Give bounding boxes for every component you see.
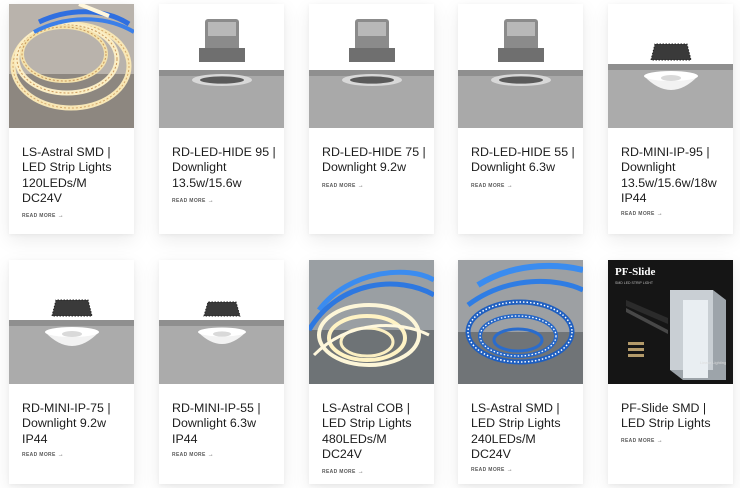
product-image-downlight[interactable] [9,260,134,384]
product-image-downlight[interactable] [608,4,733,128]
product-title[interactable]: RD-MINI-IP-75 | Downlight 9.2w IP44 [22,401,130,447]
product-image-led-strip[interactable] [309,260,434,384]
product-grid: LS-Astral SMD | LED Strip Lights 120LEDs… [0,0,740,488]
product-image-downlight[interactable] [458,4,583,128]
arrow-right-icon: → [506,467,514,473]
product-card[interactable]: RD-LED-HIDE 55 | Downlight 6.3w READ MOR… [458,4,583,234]
arrow-right-icon: → [207,198,215,204]
arrow-right-icon: → [357,183,365,189]
product-image-downlight[interactable] [309,4,434,128]
arrow-right-icon: → [656,438,664,444]
read-more-label: READ MORE [471,467,505,473]
read-more-link[interactable]: READ MORE → [471,467,513,473]
read-more-link[interactable]: READ MORE → [22,452,64,458]
product-card[interactable]: RD-LED-HIDE 95 | Downlight 13.5w/15.6w R… [159,4,284,234]
read-more-label: READ MORE [471,183,505,189]
arrow-right-icon: → [357,469,365,475]
arrow-right-icon: → [207,452,215,458]
product-card[interactable]: LS-Astral COB | LED Strip Lights 480LEDs… [309,260,434,484]
product-card[interactable]: RD-MINI-IP-55 | Downlight 6.3w IP44 READ… [159,260,284,484]
arrow-right-icon: → [506,183,514,189]
product-title[interactable]: LS-Astral SMD | LED Strip Lights 120LEDs… [22,145,130,207]
read-more-link[interactable]: READ MORE → [621,211,663,217]
read-more-link[interactable]: READ MORE → [471,183,513,189]
product-title[interactable]: PF-Slide SMD | LED Strip Lights [621,401,729,432]
product-title[interactable]: LS-Astral SMD | LED Strip Lights 240LEDs… [471,401,579,463]
read-more-label: READ MORE [22,452,56,458]
product-title[interactable]: RD-MINI-IP-55 | Downlight 6.3w IP44 [172,401,280,447]
product-image-downlight[interactable] [159,260,284,384]
pf-slide-subtitle: SMD LED STRIP LIGHT [615,281,654,285]
read-more-label: READ MORE [322,183,356,189]
product-title[interactable]: LS-Astral COB | LED Strip Lights 480LEDs… [322,401,430,463]
pf-slide-brand: PF-Slide [615,266,655,278]
arrow-right-icon: → [656,211,664,217]
arrow-right-icon: → [57,452,65,458]
product-title[interactable]: RD-LED-HIDE 55 | Downlight 6.3w [471,145,579,176]
read-more-link[interactable]: READ MORE → [621,438,663,444]
read-more-label: READ MORE [172,198,206,204]
product-image-profile[interactable]: PF-Slide SMD LED STRIP LIGHT Linear Ligh… [608,260,733,384]
product-title[interactable]: RD-LED-HIDE 75 | Downlight 9.2w [322,145,430,176]
read-more-link[interactable]: READ MORE → [172,452,214,458]
read-more-link[interactable]: READ MORE → [322,183,364,189]
read-more-link[interactable]: READ MORE → [22,213,64,219]
read-more-label: READ MORE [322,469,356,475]
product-card[interactable]: RD-MINI-IP-95 | Downlight 13.5w/15.6w/18… [608,4,733,234]
product-card[interactable]: LS-Astral SMD | LED Strip Lights 240LEDs… [458,260,583,484]
read-more-label: READ MORE [621,438,655,444]
product-title[interactable]: RD-MINI-IP-95 | Downlight 13.5w/15.6w/18… [621,145,729,207]
read-more-link[interactable]: READ MORE → [172,198,214,204]
arrow-right-icon: → [57,213,65,219]
pf-slide-watermark: Linear Lighting [700,360,726,365]
read-more-label: READ MORE [22,213,56,219]
product-card[interactable]: RD-MINI-IP-75 | Downlight 9.2w IP44 READ… [9,260,134,484]
read-more-link[interactable]: READ MORE → [322,469,364,475]
product-card[interactable]: RD-LED-HIDE 75 | Downlight 9.2w READ MOR… [309,4,434,234]
product-card[interactable]: LS-Astral SMD | LED Strip Lights 120LEDs… [9,4,134,234]
product-image-led-strip[interactable] [458,260,583,384]
product-image-downlight[interactable] [159,4,284,128]
product-title[interactable]: RD-LED-HIDE 95 | Downlight 13.5w/15.6w [172,145,280,191]
read-more-label: READ MORE [621,211,655,217]
product-card[interactable]: PF-Slide SMD LED STRIP LIGHT Linear Ligh… [608,260,733,484]
product-image-led-strip[interactable] [9,4,134,128]
read-more-label: READ MORE [172,452,206,458]
